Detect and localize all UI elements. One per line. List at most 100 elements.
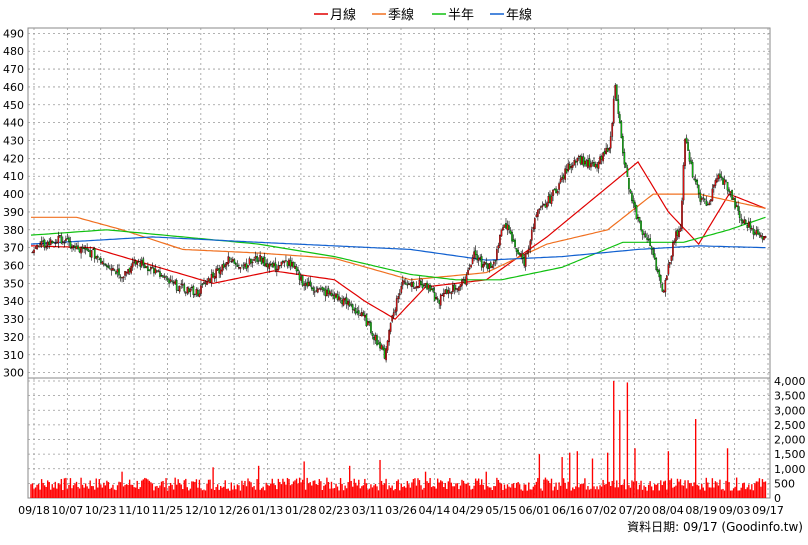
candle-body — [107, 266, 110, 269]
volume-bar — [33, 489, 35, 498]
volume-bar — [491, 490, 494, 498]
volume-bar — [371, 487, 374, 498]
date-tick-label: 01/28 — [285, 504, 317, 517]
candle-body — [667, 264, 670, 275]
price-tick-label: 490 — [3, 27, 24, 40]
volume-bar — [303, 461, 305, 498]
volume-bar — [640, 480, 642, 498]
candle-body — [57, 235, 60, 244]
volume-bar — [558, 482, 560, 498]
volume-bar — [705, 477, 707, 498]
volume-bar — [235, 489, 237, 498]
candle-body — [259, 254, 261, 261]
candle-body — [215, 268, 217, 279]
candle-body — [523, 256, 526, 266]
volume-bar — [731, 490, 733, 498]
volume-bar — [511, 483, 513, 498]
candle-body — [477, 257, 480, 261]
candle-body — [664, 279, 667, 293]
candle-body — [445, 289, 448, 294]
date-tick-label: 11/25 — [152, 504, 184, 517]
candle-body — [711, 188, 714, 201]
candle-body — [101, 261, 104, 265]
date-tick-label: 05/15 — [485, 504, 517, 517]
volume-bar — [420, 485, 422, 498]
candle-body — [708, 202, 711, 205]
volume-bar — [358, 479, 360, 498]
volume-bar — [584, 478, 586, 498]
candle-body — [172, 281, 175, 284]
candle-body — [483, 262, 486, 265]
volume-bar — [112, 484, 114, 498]
volume-bar — [702, 487, 704, 498]
volume-bar — [470, 489, 472, 498]
volume-bar — [353, 478, 355, 498]
candle-body — [401, 279, 404, 286]
candle-body — [71, 247, 73, 249]
volume-bar — [594, 489, 597, 498]
candle-body — [540, 206, 542, 208]
candle-body — [236, 265, 239, 267]
candle-body — [212, 272, 214, 278]
candle-body — [646, 237, 648, 240]
volume-bar — [518, 484, 521, 498]
candle-body — [89, 250, 92, 257]
date-tick-label: 09/18 — [18, 504, 50, 517]
volume-bar — [256, 479, 258, 498]
candle-body — [394, 309, 397, 313]
volume-bar — [144, 477, 146, 498]
candle-body — [318, 288, 321, 290]
date-axis: 09/18 10/07 10/23 11/10 11/25 12/10 12/26 01/13… — [18, 504, 784, 517]
volume-bar — [597, 489, 600, 498]
candle-body — [171, 280, 173, 282]
candle-body — [612, 98, 615, 124]
volume-bar — [704, 490, 706, 498]
volume-bar — [482, 484, 484, 498]
candle-body — [248, 258, 251, 265]
volume-bar — [752, 490, 755, 498]
candle-body — [644, 233, 647, 238]
candle-body — [608, 148, 611, 151]
candle-body — [227, 256, 230, 265]
candle-body — [347, 300, 349, 306]
volume-bar — [253, 485, 255, 498]
candle-body — [367, 321, 369, 326]
volume-bar — [725, 480, 727, 498]
volume-bar — [257, 465, 260, 498]
candle-body — [262, 257, 265, 263]
volume-bar — [628, 485, 630, 498]
date-tick-label: 12/26 — [218, 504, 250, 517]
volume-bar — [432, 486, 434, 498]
candle-body — [512, 239, 515, 242]
candle-body — [732, 197, 735, 200]
candle-body — [609, 136, 612, 149]
candle-body — [414, 287, 416, 289]
volume-bar — [327, 482, 330, 498]
candle-body — [239, 267, 242, 269]
volume-bar — [60, 478, 63, 498]
volume-bar — [400, 483, 402, 498]
volume-bar — [227, 488, 229, 498]
volume-bar — [499, 482, 501, 498]
volume-bar — [673, 486, 676, 498]
volume-bar — [465, 483, 468, 498]
volume-bar — [623, 479, 626, 498]
candle-body — [332, 294, 334, 296]
volume-bar — [567, 481, 569, 498]
volume-bar — [676, 478, 679, 498]
candle-body — [230, 260, 233, 263]
candle-body — [628, 178, 630, 190]
candle-body — [360, 312, 363, 317]
candle-body — [142, 258, 145, 265]
volume-bar — [31, 483, 34, 498]
candle-body — [86, 248, 88, 251]
price-tick-label: 370 — [3, 242, 24, 255]
candle-body — [603, 151, 606, 155]
volume-bar — [455, 483, 457, 498]
legend-label: 半年 — [448, 8, 474, 23]
candle-body — [590, 163, 592, 168]
candle-body — [550, 196, 553, 204]
candle-body — [615, 84, 618, 101]
candle-body — [329, 291, 331, 295]
volume-bar — [599, 485, 601, 498]
